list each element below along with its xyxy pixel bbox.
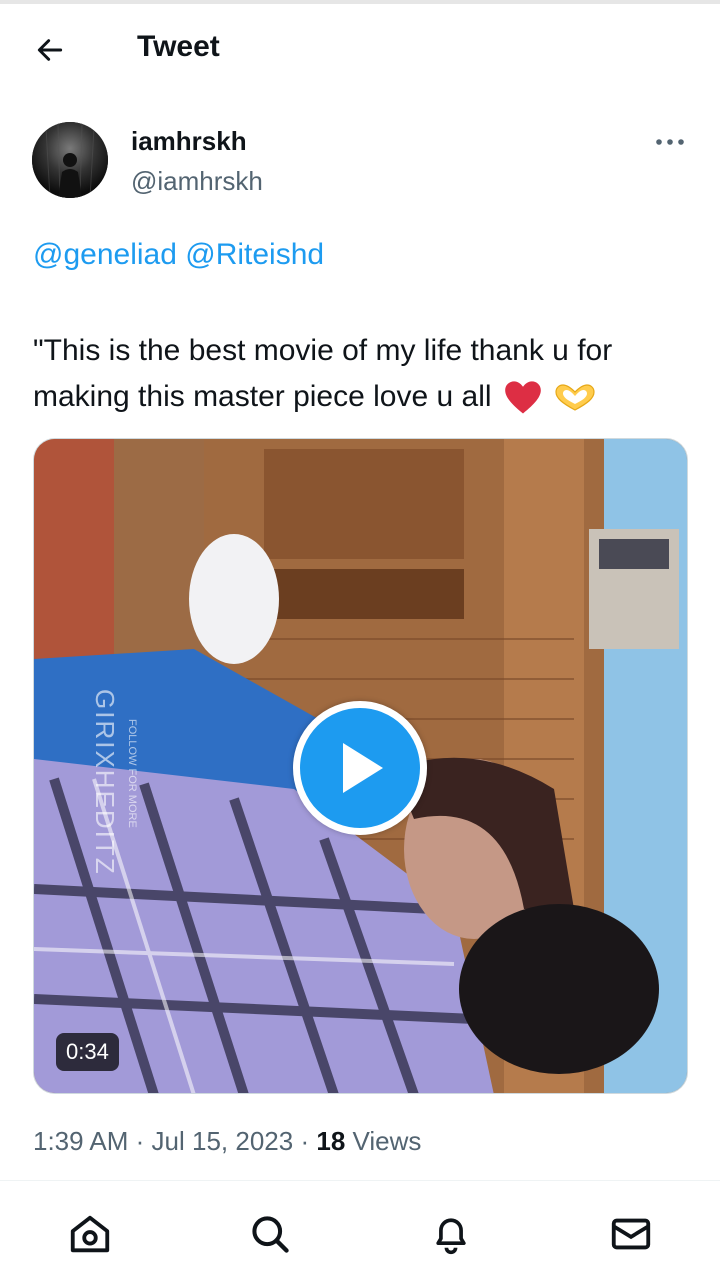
avatar[interactable] (32, 122, 108, 198)
video-watermark: GIRIXHEDITZ (90, 689, 120, 876)
views-count[interactable]: 18 (316, 1126, 345, 1156)
bottom-navigation (0, 1180, 720, 1280)
nav-home[interactable] (65, 1209, 115, 1259)
search-icon (252, 1216, 289, 1253)
video-player[interactable]: GIRIXHEDITZ FOLLOW FOR MORE 0:34 (33, 438, 688, 1094)
messages-icon (611, 1218, 651, 1250)
nav-notifications[interactable] (426, 1209, 476, 1259)
arrow-left-icon (37, 39, 63, 61)
back-button[interactable] (24, 26, 76, 74)
avatar-image (32, 122, 108, 198)
tweet-time[interactable]: 1:39 AM (33, 1126, 128, 1156)
meta-separator: · (135, 1126, 145, 1156)
mention-link-riteishd[interactable]: @Riteishd (185, 238, 324, 271)
nav-messages[interactable] (606, 1209, 656, 1259)
play-button[interactable] (293, 701, 427, 835)
tweet-meta: 1:39 AM · Jul 15, 2023 · 18 Views (33, 1126, 421, 1157)
meta-separator: · (300, 1126, 310, 1156)
notifications-icon (436, 1218, 466, 1255)
video-duration-badge: 0:34 (56, 1033, 119, 1071)
more-options-button[interactable] (650, 124, 690, 160)
tweet-text: "This is the best movie of my life thank… (33, 328, 693, 420)
author-handle[interactable]: @iamhrskh (131, 166, 263, 197)
mentions-line: @geneliad @Riteishd (33, 238, 324, 272)
video-watermark-sub: FOLLOW FOR MORE (126, 719, 138, 828)
more-horizontal-icon (656, 139, 684, 145)
author-display-name[interactable]: iamhrskh (131, 126, 247, 157)
mention-link-geneliad[interactable]: @geneliad (33, 238, 177, 271)
play-icon (343, 743, 383, 793)
views-label: Views (352, 1126, 422, 1156)
home-icon (70, 1215, 110, 1253)
heart-hands-emoji (555, 384, 595, 411)
red-heart-emoji (505, 381, 541, 414)
page-title: Tweet (137, 30, 220, 63)
tweet-date[interactable]: Jul 15, 2023 (152, 1126, 294, 1156)
nav-search[interactable] (245, 1209, 295, 1259)
app-header: Tweet (0, 0, 720, 100)
